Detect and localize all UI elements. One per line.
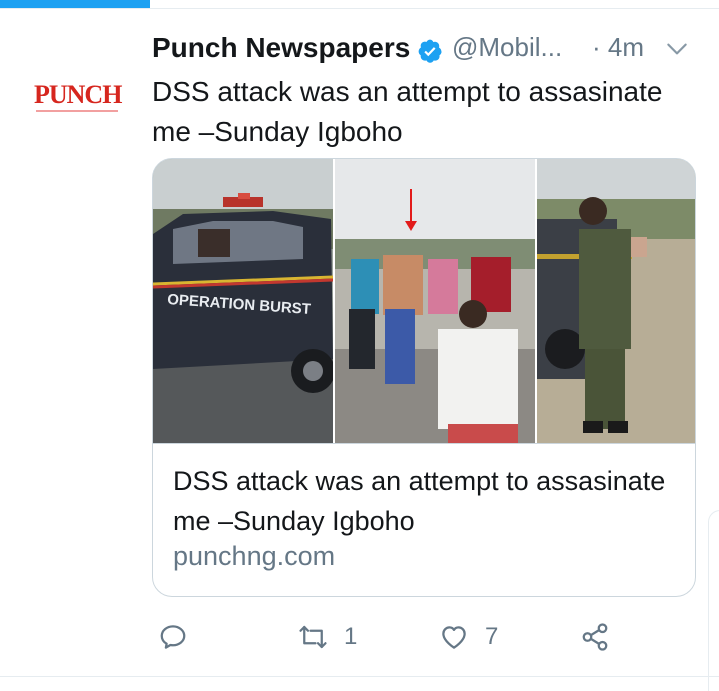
link-preview-card[interactable]: OPERATION BURST DSS attack was an attemp… <box>152 158 696 597</box>
tweet-header: Punch Newspapers @Mobil... · 4m <box>152 30 712 70</box>
author-avatar[interactable]: PUNCH <box>22 64 132 134</box>
reply-button[interactable] <box>158 615 204 659</box>
share-button[interactable] <box>580 615 610 659</box>
card-image-collage: OPERATION BURST <box>153 159 695 443</box>
tweet-text: DSS attack was an attempt to assasinate … <box>152 76 663 147</box>
card-title[interactable]: DSS attack was an attempt to assasinate … <box>173 461 673 541</box>
timeline-divider <box>0 8 719 9</box>
like-icon <box>442 626 466 649</box>
next-item-edge <box>708 510 719 691</box>
avatar-logo: PUNCH <box>34 80 122 109</box>
verified-badge-icon <box>418 39 442 63</box>
like-count: 7 <box>485 623 499 650</box>
retweet-button[interactable]: 1 <box>298 615 357 659</box>
tweet-bottom-divider <box>0 676 719 677</box>
like-button[interactable]: 7 <box>439 615 498 659</box>
share-icon <box>582 623 608 651</box>
tweet-action-bar: 1 7 <box>152 615 712 659</box>
tweet-timestamp[interactable]: · 4m <box>592 32 644 63</box>
loading-progress-bar <box>0 0 150 8</box>
card-divider <box>153 443 695 444</box>
author-handle[interactable]: @Mobil... <box>452 32 562 63</box>
avatar-logo-tagline <box>36 110 118 112</box>
chevron-down-icon[interactable] <box>664 36 690 62</box>
retweet-icon <box>299 625 327 649</box>
retweet-count: 1 <box>344 623 358 650</box>
reply-icon <box>160 625 186 649</box>
author-name[interactable]: Punch Newspapers <box>152 32 410 64</box>
card-domain[interactable]: punchng.com <box>173 541 335 572</box>
